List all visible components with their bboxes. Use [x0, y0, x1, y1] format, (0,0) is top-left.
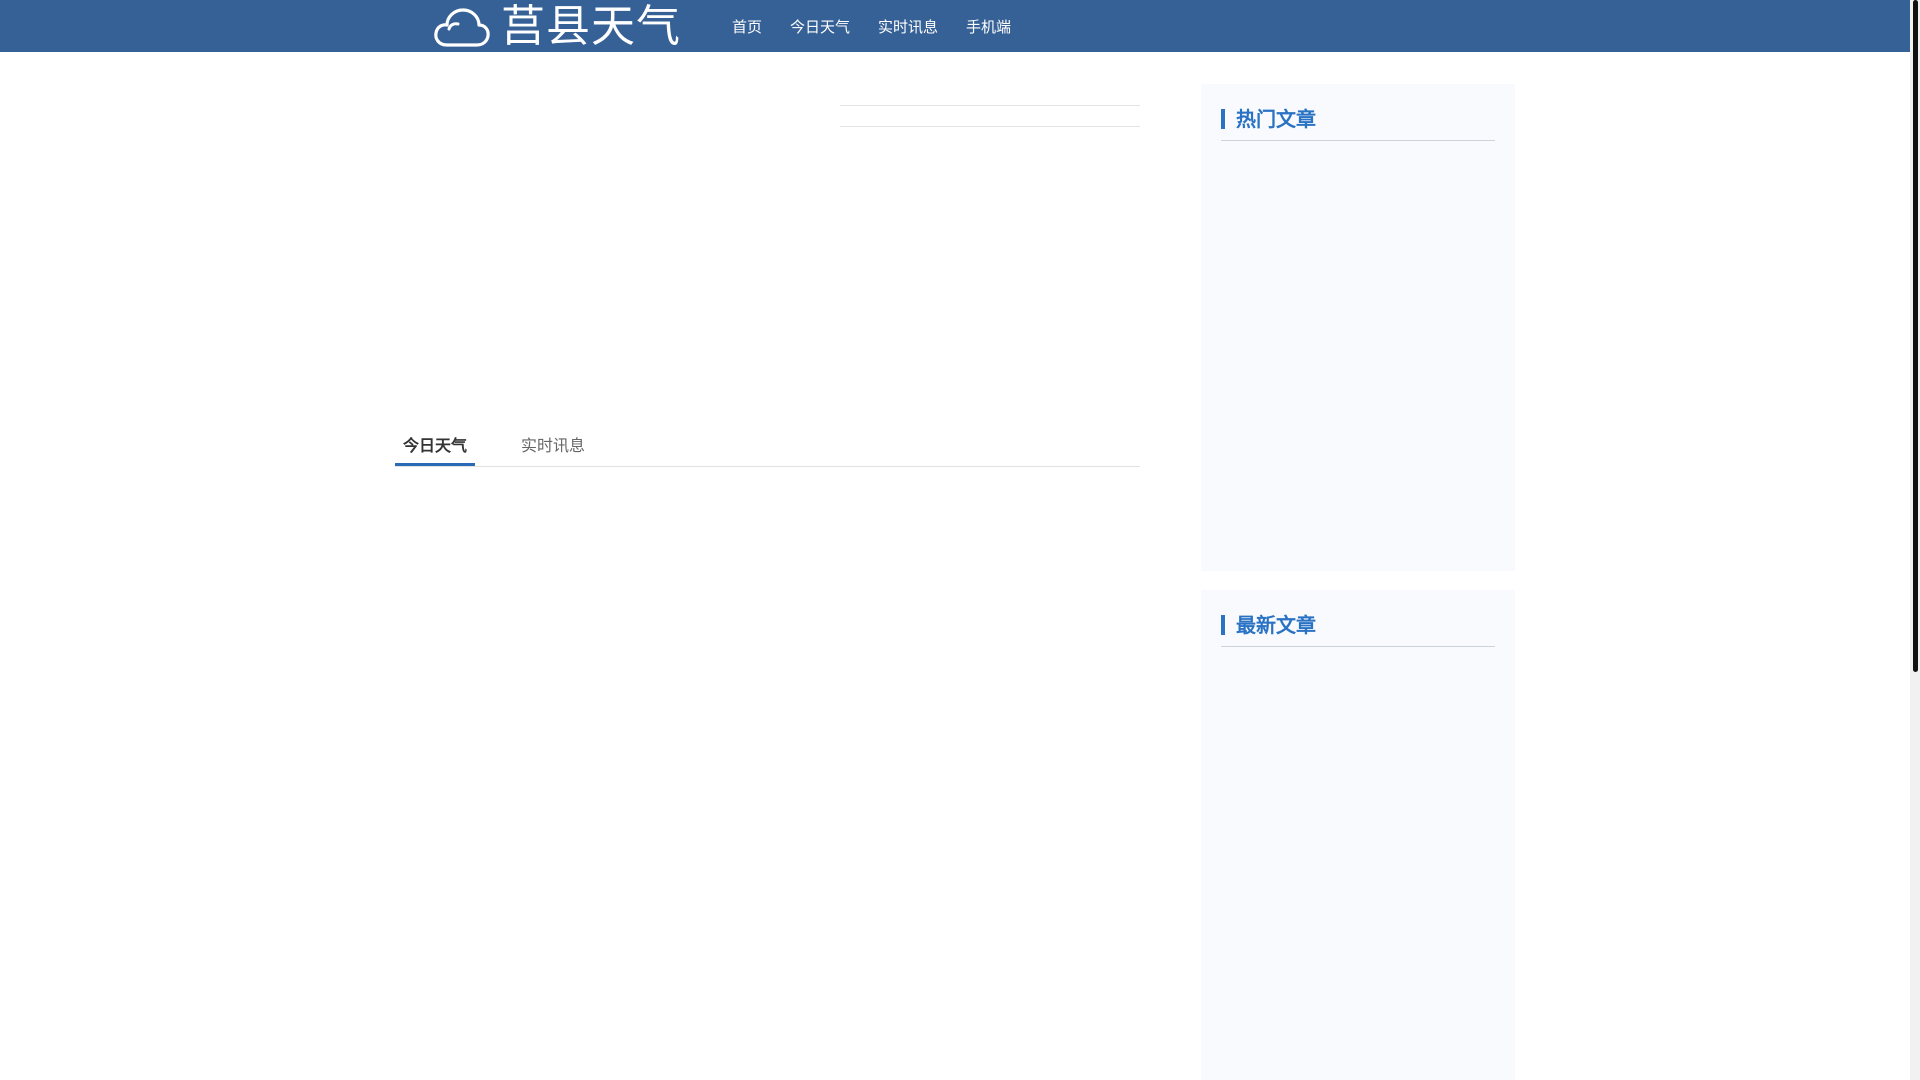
page-scrollbar[interactable] — [1910, 0, 1920, 1080]
active-tab-indicator — [395, 463, 475, 466]
latest-articles-header: 最新文章 — [1221, 608, 1495, 647]
site-logo-text: 莒县天气 — [501, 1, 681, 52]
latest-articles-panel: 最新文章 — [1201, 590, 1515, 1080]
site-logo-link[interactable]: 莒县天气 — [433, 3, 681, 51]
page: 莒县天气 首页 今日天气 实时讯息 手机端 今日天气 实时讯息 热门文章 最新文… — [0, 0, 1920, 1080]
nav-item-home[interactable]: 首页 — [732, 16, 762, 37]
content-divider-top — [840, 105, 1140, 106]
main-nav: 首页 今日天气 实时讯息 手机端 — [718, 0, 1025, 52]
hot-articles-header: 热门文章 — [1221, 102, 1495, 141]
hot-articles-title: 热门文章 — [1236, 107, 1316, 131]
latest-articles-title: 最新文章 — [1236, 613, 1316, 637]
nav-item-realtime-news[interactable]: 实时讯息 — [878, 16, 938, 37]
content-tabs: 今日天气 实时讯息 — [395, 422, 1140, 467]
nav-item-today-weather[interactable]: 今日天气 — [790, 16, 850, 37]
nav-item-mobile[interactable]: 手机端 — [966, 16, 1011, 37]
content-divider-bottom — [840, 126, 1140, 127]
section-marker — [1221, 615, 1225, 635]
top-navigation-bar: 莒县天气 首页 今日天气 实时讯息 手机端 — [0, 0, 1910, 52]
tab-realtime-news[interactable]: 实时讯息 — [521, 432, 585, 456]
hot-articles-panel: 热门文章 — [1201, 84, 1515, 571]
scrollbar-thumb[interactable] — [1913, 0, 1918, 672]
section-marker — [1221, 109, 1225, 129]
cloud-icon — [434, 8, 490, 47]
tab-today-weather[interactable]: 今日天气 — [403, 432, 467, 456]
